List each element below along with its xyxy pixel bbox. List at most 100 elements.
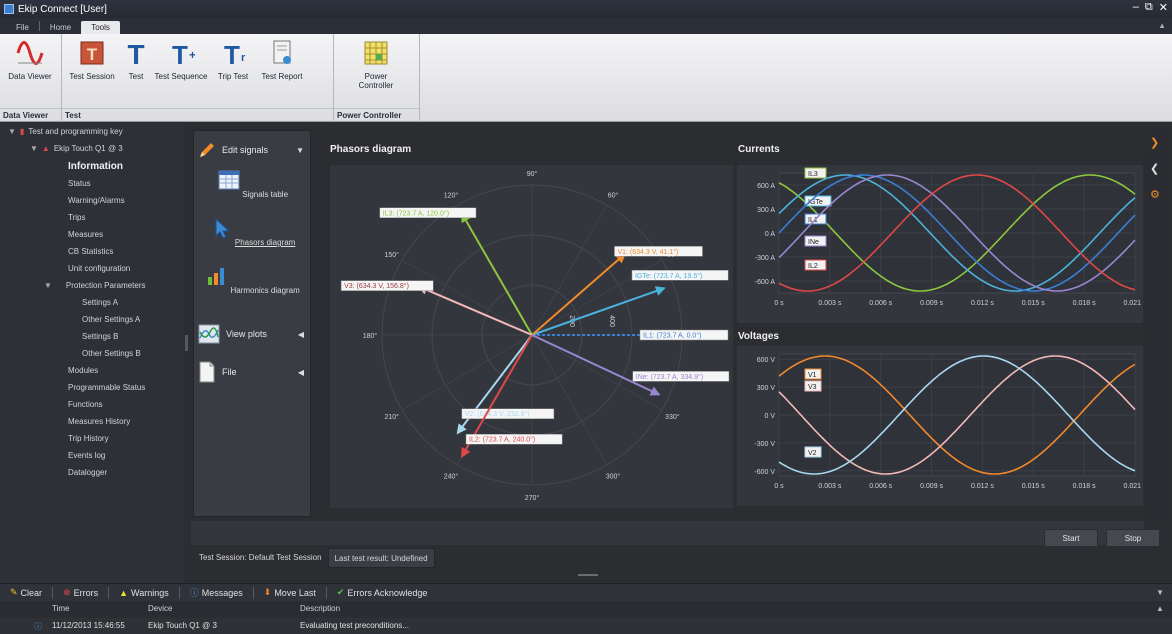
edit-signals-label: Edit signals	[222, 145, 269, 155]
tree-item-label: Protection Parameters	[65, 281, 146, 290]
tab-tools[interactable]: Tools	[81, 21, 120, 34]
start-button[interactable]: Start	[1044, 529, 1098, 547]
x-tick-label: 0.003 s	[818, 300, 841, 307]
messages-button[interactable]: ⓘ Messages	[190, 586, 243, 599]
tree-item-functions[interactable]: Functions	[68, 400, 103, 409]
test-sequence-label: Test Sequence	[154, 72, 208, 81]
phasor-diagram-svg: 0°30°60°90°120°150°180°210°240°270°300°3…	[340, 170, 730, 502]
tree-item-trip-history[interactable]: Trip History	[68, 434, 109, 443]
splitter-handle[interactable]	[185, 335, 188, 351]
tree-root[interactable]: ▼ ▮ Test and programming key	[8, 127, 123, 136]
phasor-label-igte: IGTe: (723.7 A, 19.5°)	[631, 270, 729, 281]
currents-chart[interactable]: 0 s 0.003 s 0.006 s 0.009 s 0.012 s 0.015 s 0.…	[737, 165, 1147, 323]
stop-button[interactable]: Stop	[1106, 529, 1160, 547]
phasor-label-il1: IL1: (723.7 A, 0.0°)	[639, 329, 729, 341]
series-label-text: IL2	[808, 263, 818, 270]
file-header[interactable]: File ◀	[198, 359, 308, 385]
test-icon: T	[121, 38, 151, 68]
power-controller-button[interactable]: Power Controller	[337, 38, 415, 90]
phasor-angle-label: 240°	[444, 472, 459, 480]
data-viewer-button[interactable]: Data Viewer	[3, 38, 57, 81]
move-last-button[interactable]: ⬇ Move Last	[264, 587, 316, 598]
phasor-vector-ine[interactable]	[531, 334, 661, 396]
chevron-left-icon[interactable]: ❮	[1150, 162, 1159, 175]
phasor-label-text: IL2: (723.7 A, 240.0°)	[469, 436, 535, 444]
y-tick-label: -600 V	[754, 469, 775, 476]
chevron-down-icon[interactable]: ▼	[296, 146, 304, 155]
svg-text:r: r	[241, 52, 246, 64]
file-label: File	[222, 367, 237, 377]
ribbon-collapse-icon[interactable]: ▲	[1158, 21, 1166, 30]
minimize-button[interactable]: –	[1133, 1, 1139, 14]
tree-item-other-settings-b[interactable]: Other Settings B	[82, 349, 141, 358]
tree-device[interactable]: ▼ ▲ Ekip Touch Q1 @ 3	[30, 144, 123, 153]
tree-item-events-log[interactable]: Events log	[68, 451, 105, 460]
chevron-left-icon[interactable]: ◀	[298, 330, 304, 339]
view-plots-header[interactable]: View plots ◀	[198, 321, 308, 347]
tree-item-measures[interactable]: Measures	[68, 230, 103, 239]
errors-acknowledge-button[interactable]: ✔ Errors Acknowledge	[337, 587, 428, 598]
row-time: 11/12/2013 15:46:55	[52, 621, 125, 630]
tree-item-warning-alarms[interactable]: Warning/Alarms	[68, 196, 125, 205]
table-row[interactable]: ⓘ 11/12/2013 15:46:55 Ekip Touch Q1 @ 3 …	[0, 618, 1172, 634]
tree-item-other-settings-a[interactable]: Other Settings A	[82, 315, 140, 324]
phasors-diagram-item[interactable]: Phasors diagram	[198, 217, 308, 247]
column-time[interactable]: Time	[52, 604, 69, 613]
test-session-button[interactable]: T Test Session	[65, 38, 119, 81]
chevron-left-icon[interactable]: ◀	[298, 368, 304, 377]
test-report-button[interactable]: Test Report	[257, 38, 307, 81]
series-label-il3: IL3	[804, 167, 827, 179]
expand-arrow-icon[interactable]: ▼	[30, 144, 38, 153]
test-session-icon: T	[77, 38, 107, 68]
phasor-diagram[interactable]: 0°30°60°90°120°150°180°210°240°270°300°3…	[330, 165, 733, 508]
chevron-down-icon[interactable]: ▼	[1156, 588, 1164, 597]
tree-item-modules[interactable]: Modules	[68, 366, 98, 375]
phasors-diagram-label: Phasors diagram	[234, 238, 296, 247]
tree-item-cb-statistics[interactable]: CB Statistics	[68, 247, 113, 256]
test-sequence-button[interactable]: T + Test Sequence	[153, 38, 209, 81]
phasor-vector-v3[interactable]	[417, 285, 533, 336]
voltages-panel-title: Voltages	[738, 331, 779, 342]
tree-item-protection-parameters[interactable]: ▼ Protection Parameters	[44, 281, 146, 290]
phasor-label-v2: V2: (634.3 V, 232.8°)	[461, 408, 555, 419]
expand-arrow-icon[interactable]: ▼	[44, 281, 52, 290]
column-description[interactable]: Description	[300, 604, 340, 613]
tree-item-information[interactable]: Information	[68, 161, 123, 172]
edit-signals-header[interactable]: Edit signals ▼	[198, 137, 308, 163]
phasor-vector-il3[interactable]	[461, 212, 533, 336]
tree-item-settings-a[interactable]: Settings A	[82, 298, 118, 307]
close-button[interactable]: ✕	[1159, 1, 1168, 14]
phasor-vector-igte[interactable]	[531, 286, 666, 336]
phasor-angle-label: 150°	[384, 251, 399, 259]
phasor-angle-label: 180°	[363, 332, 378, 340]
tab-home[interactable]: Home	[40, 21, 81, 34]
scroll-up-icon[interactable]: ▲	[1156, 604, 1164, 613]
signals-table-item[interactable]: Signals table	[198, 169, 308, 199]
tree-item-trips[interactable]: Trips	[68, 213, 85, 222]
x-tick-label: 0.018 s	[1073, 483, 1096, 490]
trip-test-button[interactable]: Tr Trip Test	[211, 38, 255, 81]
tree-item-measures-history[interactable]: Measures History	[68, 417, 130, 426]
splitter-handle[interactable]	[578, 574, 598, 576]
tree-item-settings-b[interactable]: Settings B	[82, 332, 118, 341]
tree-item-unit-configuration[interactable]: Unit configuration	[68, 264, 130, 273]
clear-button[interactable]: ✎ Clear	[10, 587, 42, 598]
chevron-right-icon[interactable]: ❯	[1150, 136, 1159, 149]
warnings-button[interactable]: ▲ Warnings	[119, 588, 169, 598]
tree-item-status[interactable]: Status	[68, 179, 91, 188]
tree-item-datalogger[interactable]: Datalogger	[68, 468, 107, 477]
errors-button[interactable]: ⊗ Errors	[63, 587, 98, 598]
test-button[interactable]: T Test	[121, 38, 151, 81]
voltages-chart[interactable]: 0 s 0.003 s 0.006 s 0.009 s 0.012 s 0.015 s 0.…	[737, 346, 1147, 506]
maximize-button[interactable]: ⧉	[1145, 1, 1153, 14]
svg-text:T: T	[127, 39, 144, 67]
column-device[interactable]: Device	[148, 604, 172, 613]
tab-file[interactable]: File	[6, 21, 39, 34]
x-tick-label: 0.006 s	[869, 483, 892, 490]
tree-item-programmable-status[interactable]: Programmable Status	[68, 383, 145, 392]
tree-root-label: Test and programming key	[28, 127, 123, 136]
gear-icon[interactable]: ⚙	[1150, 188, 1160, 201]
phasor-angle-label: 300°	[606, 472, 621, 480]
harmonics-diagram-item[interactable]: Harmonics diagram	[198, 265, 308, 295]
expand-arrow-icon[interactable]: ▼	[8, 127, 16, 136]
